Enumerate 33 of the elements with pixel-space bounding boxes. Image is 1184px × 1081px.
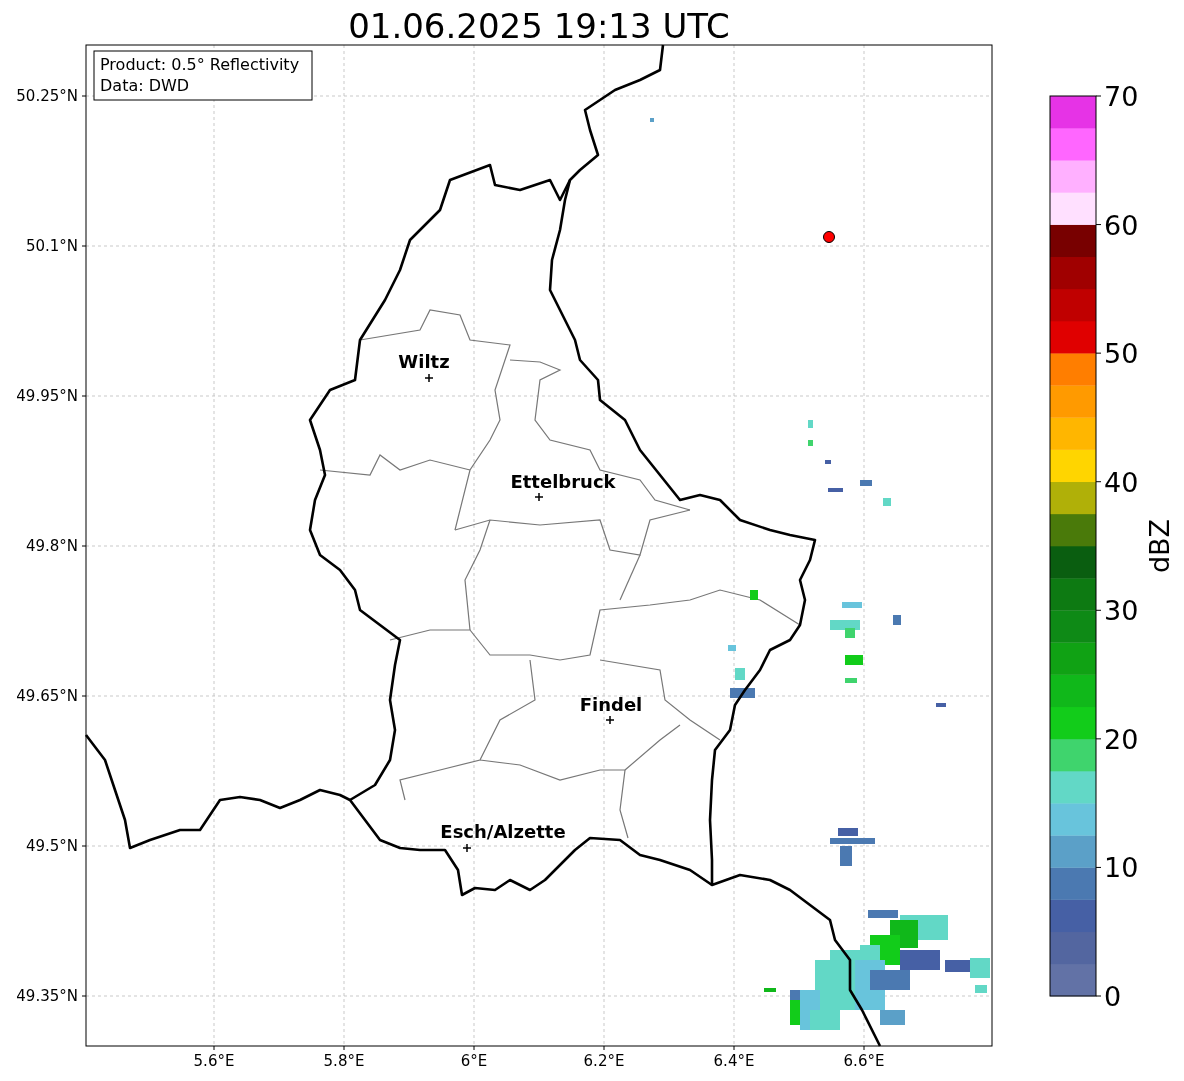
axis-tick-label: 5.6°E bbox=[193, 1052, 235, 1070]
axis-tick-label: 49.95°N bbox=[16, 387, 78, 405]
axis-tick-label: 6.6°E bbox=[843, 1052, 885, 1070]
city-marker-icon bbox=[605, 715, 615, 725]
axis-tick-label: 49.65°N bbox=[16, 687, 78, 705]
city-label: Esch/Alzette bbox=[440, 821, 566, 842]
info-text: Product: 0.5° Reflectivity bbox=[100, 55, 300, 74]
axis-tick-label: 6°E bbox=[460, 1052, 488, 1070]
city-label: Wiltz bbox=[398, 351, 450, 372]
city-label: Findel bbox=[579, 694, 643, 715]
city-marker-icon bbox=[534, 492, 544, 502]
axis-tick-label: 49.35°N bbox=[16, 987, 78, 1005]
colorbar-tick-label: 30 bbox=[1104, 595, 1139, 627]
axis-tick-label: 6.4°E bbox=[713, 1052, 755, 1070]
colorbar-tick-label: 20 bbox=[1104, 723, 1139, 755]
colorbar-tick-label: 70 bbox=[1104, 81, 1139, 112]
axis-tick-label: 5.8°E bbox=[323, 1052, 365, 1070]
info-text: Data: DWD bbox=[100, 76, 190, 95]
colorbar-tick-label: 50 bbox=[1104, 338, 1139, 370]
colorbar-label: dBZ bbox=[1144, 518, 1175, 574]
city-marker-icon bbox=[424, 373, 434, 383]
city-label: Ettelbruck bbox=[510, 471, 616, 492]
colorbar-tick-label: 40 bbox=[1104, 466, 1139, 498]
colorbar-tick-label: 10 bbox=[1104, 852, 1139, 884]
colorbar-tick-label: 0 bbox=[1104, 981, 1122, 1012]
city-marker-icon bbox=[462, 843, 472, 853]
axis-tick-label: 49.8°N bbox=[25, 537, 78, 555]
colorbar-tick-label: 60 bbox=[1104, 209, 1139, 241]
axis-tick-label: 49.5°N bbox=[25, 837, 78, 855]
axis-tick-label: 50.25°N bbox=[16, 87, 78, 105]
chart-title: 01.06.2025 19:13 UTC bbox=[348, 6, 730, 46]
axis-tick-label: 50.1°N bbox=[25, 237, 78, 255]
axis-tick-label: 6.2°E bbox=[583, 1052, 625, 1070]
